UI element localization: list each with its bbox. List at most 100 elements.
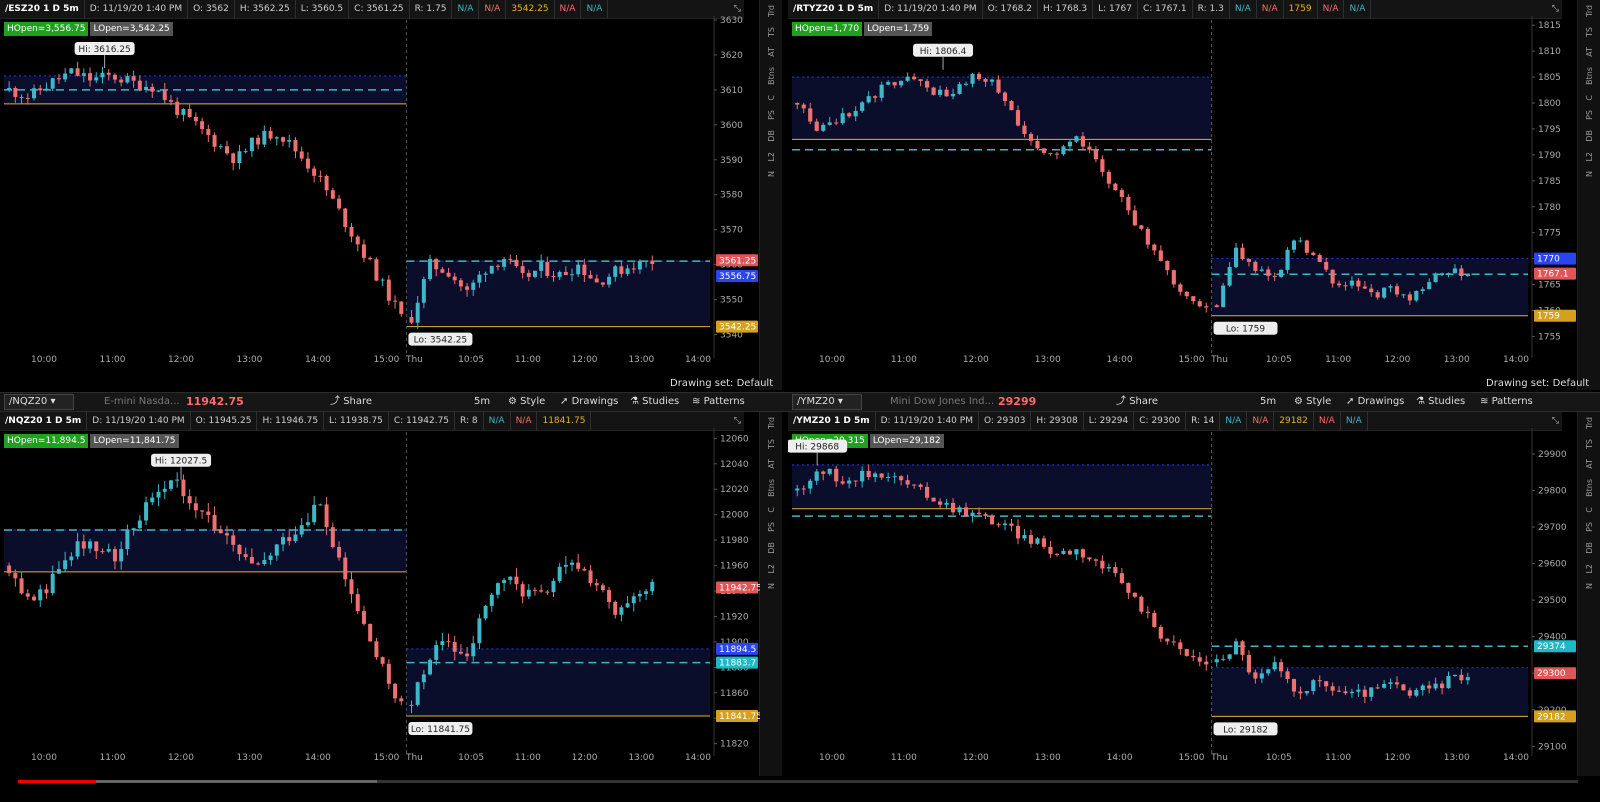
symbol-selector-left[interactable]: /NQZ20 ▾	[4, 394, 74, 410]
candle-body	[1356, 280, 1361, 287]
patterns-button-left[interactable]: ≋ Patterns	[692, 393, 745, 411]
side-tab-ps[interactable]: PS	[767, 105, 776, 125]
candle-body	[489, 594, 494, 606]
patterns-button-right[interactable]: ≋ Patterns	[1480, 393, 1533, 411]
side-tab-trd[interactable]: Trd	[1585, 0, 1594, 22]
candle-body	[1139, 596, 1144, 612]
candle-body	[1009, 100, 1014, 111]
candle-body	[465, 653, 470, 657]
side-tab-btns[interactable]: Btns	[767, 62, 776, 90]
drawings-button-right[interactable]: ➚ Drawings	[1346, 393, 1404, 411]
side-tab-l2[interactable]: L2	[1585, 559, 1594, 579]
chart-panel-rty[interactable]: /RTYZ20 1 D 5m D: 11/19/20 1:40 PM O: 1768…	[788, 0, 1600, 390]
side-tab-db[interactable]: DB	[1585, 125, 1594, 147]
studies-button-left[interactable]: ⚗ Studies	[630, 393, 679, 411]
drawing-set-right[interactable]: Drawing set: Default	[1486, 378, 1589, 389]
candlestick-chart[interactable]: 2910029200293002940029500296002970029800…	[788, 412, 1578, 776]
candle-body	[1015, 525, 1021, 539]
side-tab-ts[interactable]: TS	[1585, 22, 1594, 42]
symbol-selector-right[interactable]: /YMZ20 ▾	[792, 394, 862, 410]
side-tab-c[interactable]: C	[767, 502, 776, 518]
x-tick-label: 10:05	[458, 355, 484, 365]
candle-body	[156, 90, 161, 92]
candle-body	[613, 266, 618, 277]
side-tab-btns[interactable]: Btns	[1585, 474, 1594, 502]
candle-body	[69, 556, 74, 561]
candle-body	[899, 476, 904, 481]
style-button-left[interactable]: ⚙ Style	[508, 393, 545, 411]
candle-body	[1336, 283, 1342, 286]
candle-body	[1035, 538, 1040, 544]
candle-body	[1093, 559, 1098, 561]
side-tab-n[interactable]: N	[767, 166, 776, 182]
y-tick-label: 3570	[720, 226, 743, 236]
candle-body	[256, 563, 261, 565]
side-tab-ts[interactable]: TS	[767, 22, 776, 42]
side-tab-c[interactable]: C	[767, 90, 776, 106]
chart-panel-es[interactable]: /ESZ20 1 D 5m D: 11/19/20 1:40 PM O: 3562 H…	[0, 0, 782, 390]
side-tab-db[interactable]: DB	[767, 537, 776, 559]
candle-body	[873, 96, 878, 98]
side-tab-l2[interactable]: L2	[1585, 147, 1594, 167]
side-tab-db[interactable]: DB	[1585, 537, 1594, 559]
side-tab-btns[interactable]: Btns	[1585, 62, 1594, 90]
drawing-set-left[interactable]: Drawing set: Default	[670, 378, 773, 389]
side-tab-ps[interactable]: PS	[1585, 105, 1594, 125]
side-tab-ts[interactable]: TS	[767, 434, 776, 454]
side-tab-btns[interactable]: Btns	[767, 474, 776, 502]
video-progress[interactable]	[0, 776, 1600, 802]
side-tab-trd[interactable]: Trd	[767, 0, 776, 22]
share-label: Share	[1129, 396, 1159, 407]
side-tab-c[interactable]: C	[1585, 502, 1594, 518]
side-tab-at[interactable]: AT	[1585, 42, 1594, 62]
side-tab-at[interactable]: AT	[767, 42, 776, 62]
candle-body	[918, 484, 923, 487]
candle-body	[452, 276, 457, 281]
x-tick-label: 14:00	[1107, 753, 1133, 763]
side-tab-n[interactable]: N	[767, 578, 776, 594]
side-tab-trd[interactable]: Trd	[767, 412, 776, 434]
candle-body	[644, 591, 649, 594]
side-tab-n[interactable]: N	[1585, 166, 1594, 182]
side-tab-at[interactable]: AT	[1585, 454, 1594, 474]
candle-body	[607, 590, 612, 602]
candle-body	[1446, 675, 1451, 689]
candle-body	[483, 273, 488, 275]
y-tick-label: 1790	[1538, 151, 1561, 161]
side-tab-ps[interactable]: PS	[767, 517, 776, 537]
candle-body	[1080, 549, 1085, 558]
timeframe-button-left[interactable]: 5m	[474, 393, 490, 411]
side-tab-db[interactable]: DB	[767, 125, 776, 147]
candlestick-chart[interactable]: 1182011840118601188011900119201194011960…	[0, 412, 760, 776]
candle-body	[206, 511, 211, 515]
candle-body	[7, 565, 12, 574]
candle-body	[81, 73, 86, 76]
progress-track[interactable]	[18, 780, 1578, 783]
candlestick-chart[interactable]: 3540355035603570358035903600361036203630…	[0, 0, 760, 390]
chart-panel-ym[interactable]: /YMZ20 1 D 5m D: 11/19/20 1:40 PM O: 29303…	[788, 412, 1600, 776]
candlestick-chart[interactable]: 1755176017651770177517801785179017951800…	[788, 0, 1578, 390]
side-tab-c[interactable]: C	[1585, 90, 1594, 106]
candle-body	[181, 479, 186, 497]
side-tab-l2[interactable]: L2	[767, 147, 776, 167]
candle-body	[452, 642, 457, 652]
timeframe-button-right[interactable]: 5m	[1260, 393, 1276, 411]
drawings-button-left[interactable]: ➚ Drawings	[560, 393, 618, 411]
side-tab-trd[interactable]: Trd	[1585, 412, 1594, 434]
side-tab-ps[interactable]: PS	[1585, 517, 1594, 537]
side-tab-at[interactable]: AT	[767, 454, 776, 474]
side-tab-ts[interactable]: TS	[1585, 434, 1594, 454]
candle-body	[1048, 152, 1053, 154]
y-tick-label: 3600	[720, 121, 743, 131]
side-tab-n[interactable]: N	[1585, 578, 1594, 594]
side-tab-l2[interactable]: L2	[767, 559, 776, 579]
studies-button-right[interactable]: ⚗ Studies	[1416, 393, 1465, 411]
candle-body	[343, 208, 348, 228]
share-button-right[interactable]: ⤴ Share	[1116, 393, 1158, 411]
chart-panel-nq[interactable]: /NQZ20 1 D 5m D: 11/19/20 1:40 PM O: 11945…	[0, 412, 782, 776]
candle-body	[886, 477, 891, 479]
candle-body	[361, 611, 366, 624]
candle-body	[827, 468, 832, 474]
style-button-right[interactable]: ⚙ Style	[1294, 393, 1331, 411]
share-button-left[interactable]: ⤴ Share	[330, 393, 372, 411]
